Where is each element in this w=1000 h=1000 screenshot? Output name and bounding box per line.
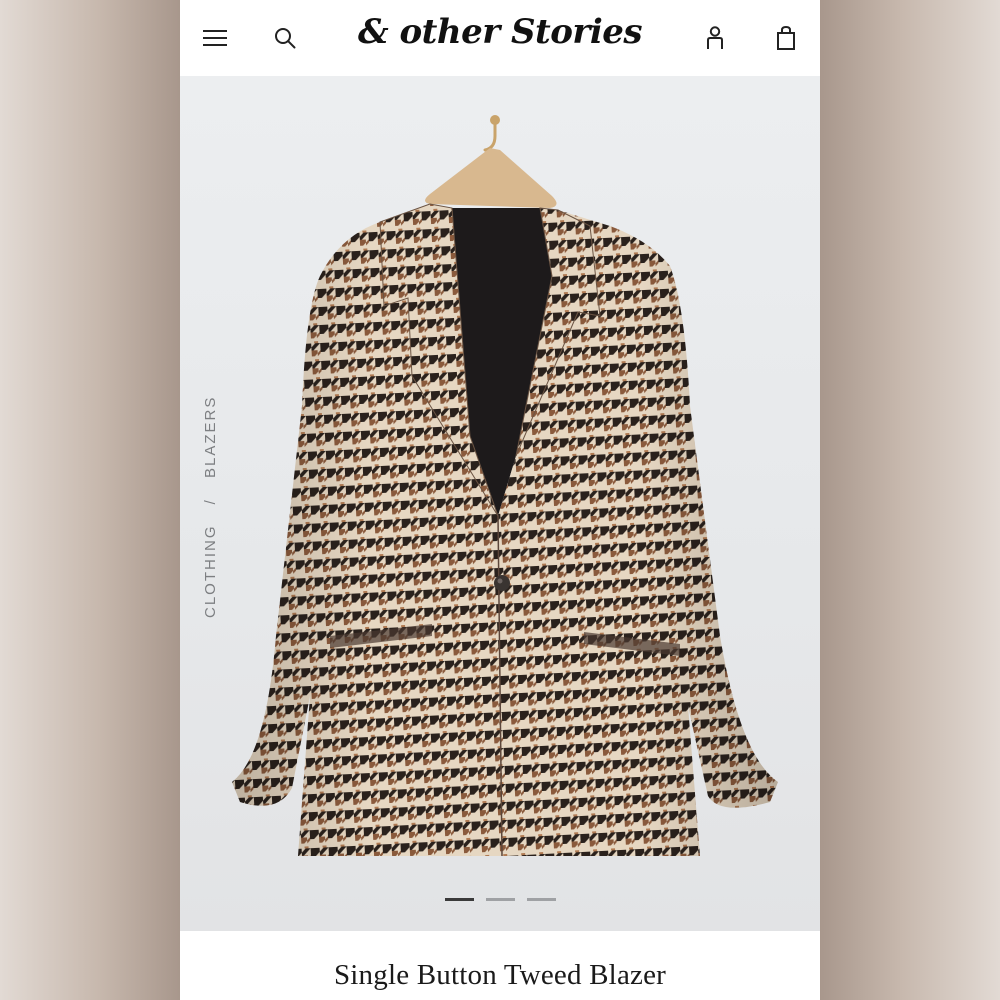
breadcrumb-separator: / [202,498,219,505]
backdrop-left [0,0,180,1000]
breadcrumb-item-blazers[interactable]: BLAZERS [202,396,219,478]
site-header: & other Stories [180,0,820,76]
product-image-carousel[interactable]: CLOTHING / BLAZERS [180,76,820,931]
breadcrumb-item-clothing[interactable]: CLOTHING [202,524,219,618]
blazer-button [494,575,510,591]
shopping-bag-button[interactable] [766,18,806,58]
bag-icon [777,25,795,50]
account-button[interactable] [695,18,735,58]
account-icon [707,26,723,49]
carousel-dot-2[interactable] [486,898,515,901]
product-image [232,115,778,857]
carousel-indicators [445,898,556,901]
product-info: Single Button Tweed Blazer [180,931,820,1000]
mobile-page: & other Stories CLOTHING / BLAZERS Singl… [180,0,820,1000]
carousel-dot-3[interactable] [527,898,556,901]
product-title: Single Button Tweed Blazer [333,959,667,991]
backdrop-right [820,0,1000,1000]
carousel-dot-1[interactable] [445,898,474,901]
hanger [425,115,557,208]
breadcrumb: CLOTHING / BLAZERS [202,388,222,618]
